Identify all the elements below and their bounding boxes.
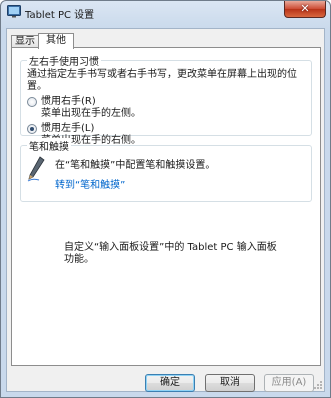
cancel-button[interactable]: 取消 [205, 374, 255, 392]
close-button[interactable]: ✕ [284, 1, 326, 18]
handedness-group: 左右手使用习惯 通过指定左手书写或者右手书写，更改菜单在屏幕上出现的位置。 惯用… [20, 53, 312, 146]
resize-grip-icon[interactable] [313, 380, 323, 390]
tab-panel-other: 左右手使用习惯 通过指定左手书写或者右手书写，更改菜单在屏幕上出现的位置。 惯用… [11, 47, 321, 366]
tab-other[interactable]: 其他 [38, 33, 74, 49]
radio-right-handed-description: 菜单出现在手的左侧。 [41, 108, 141, 119]
window-title: Tablet PC 设置 [25, 10, 95, 21]
pen-touch-link[interactable]: 转到“笔和触摸” [55, 176, 125, 191]
pen-touch-group: 笔和触摸 在“笔和触摸”中配置笔和触摸设置。 转到“笔和触摸” [20, 138, 312, 202]
ok-button[interactable]: 确定 [145, 374, 195, 392]
pen-touch-text: 在“笔和触摸”中配置笔和触摸设置。 [55, 160, 216, 171]
radio-right-handed-indicator[interactable] [27, 97, 37, 107]
pen-icon [27, 156, 45, 182]
dialog-client: 显示 其他 左右手使用习惯 通过指定左手书写或者右手书写，更改菜单在屏幕上出现的… [6, 28, 325, 392]
title-bar[interactable]: Tablet PC 设置 ✕ [1, 1, 330, 23]
input-panel-text: 自定义“输入面板设置”中的 Tablet PC 输入面板功能。 [64, 242, 277, 265]
handedness-description: 通过指定左手书写或者右手书写，更改菜单在屏幕上出现的位置。 [27, 69, 297, 92]
tablet-pc-icon [7, 5, 21, 18]
close-icon: ✕ [300, 2, 310, 15]
settings-window: Tablet PC 设置 ✕ 显示 其他 左右手使用习惯 通过指定左手书写或者右… [0, 0, 331, 398]
apply-button[interactable]: 应用(A) [264, 374, 314, 392]
handedness-group-title: 左右手使用习惯 [27, 53, 101, 68]
radio-right-handed-label[interactable]: 惯用右手(R) [41, 96, 96, 108]
pen-touch-group-title: 笔和触摸 [27, 138, 71, 153]
radio-left-handed-indicator[interactable] [27, 124, 37, 134]
radio-left-handed-label[interactable]: 惯用左手(L) [41, 123, 94, 135]
